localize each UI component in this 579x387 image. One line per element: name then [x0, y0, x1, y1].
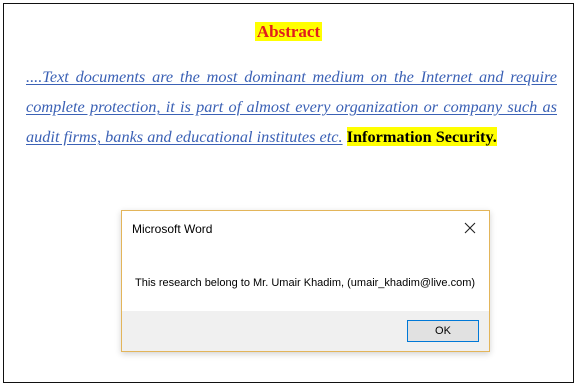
close-icon	[464, 222, 476, 234]
close-button[interactable]	[455, 215, 485, 241]
message-dialog: Microsoft Word This research belong to M…	[121, 210, 490, 352]
dialog-title: Microsoft Word	[132, 222, 213, 236]
abstract-heading-row: Abstract	[4, 22, 573, 42]
information-security-highlight: Information Security.	[346, 127, 497, 146]
dialog-message: This research belong to Mr. Umair Khadim…	[135, 277, 476, 289]
abstract-heading: Abstract	[254, 22, 323, 41]
dialog-footer: OK	[122, 311, 489, 351]
abstract-paragraph: ....Text documents are the most dominant…	[26, 62, 557, 152]
ok-button[interactable]: OK	[407, 320, 479, 342]
